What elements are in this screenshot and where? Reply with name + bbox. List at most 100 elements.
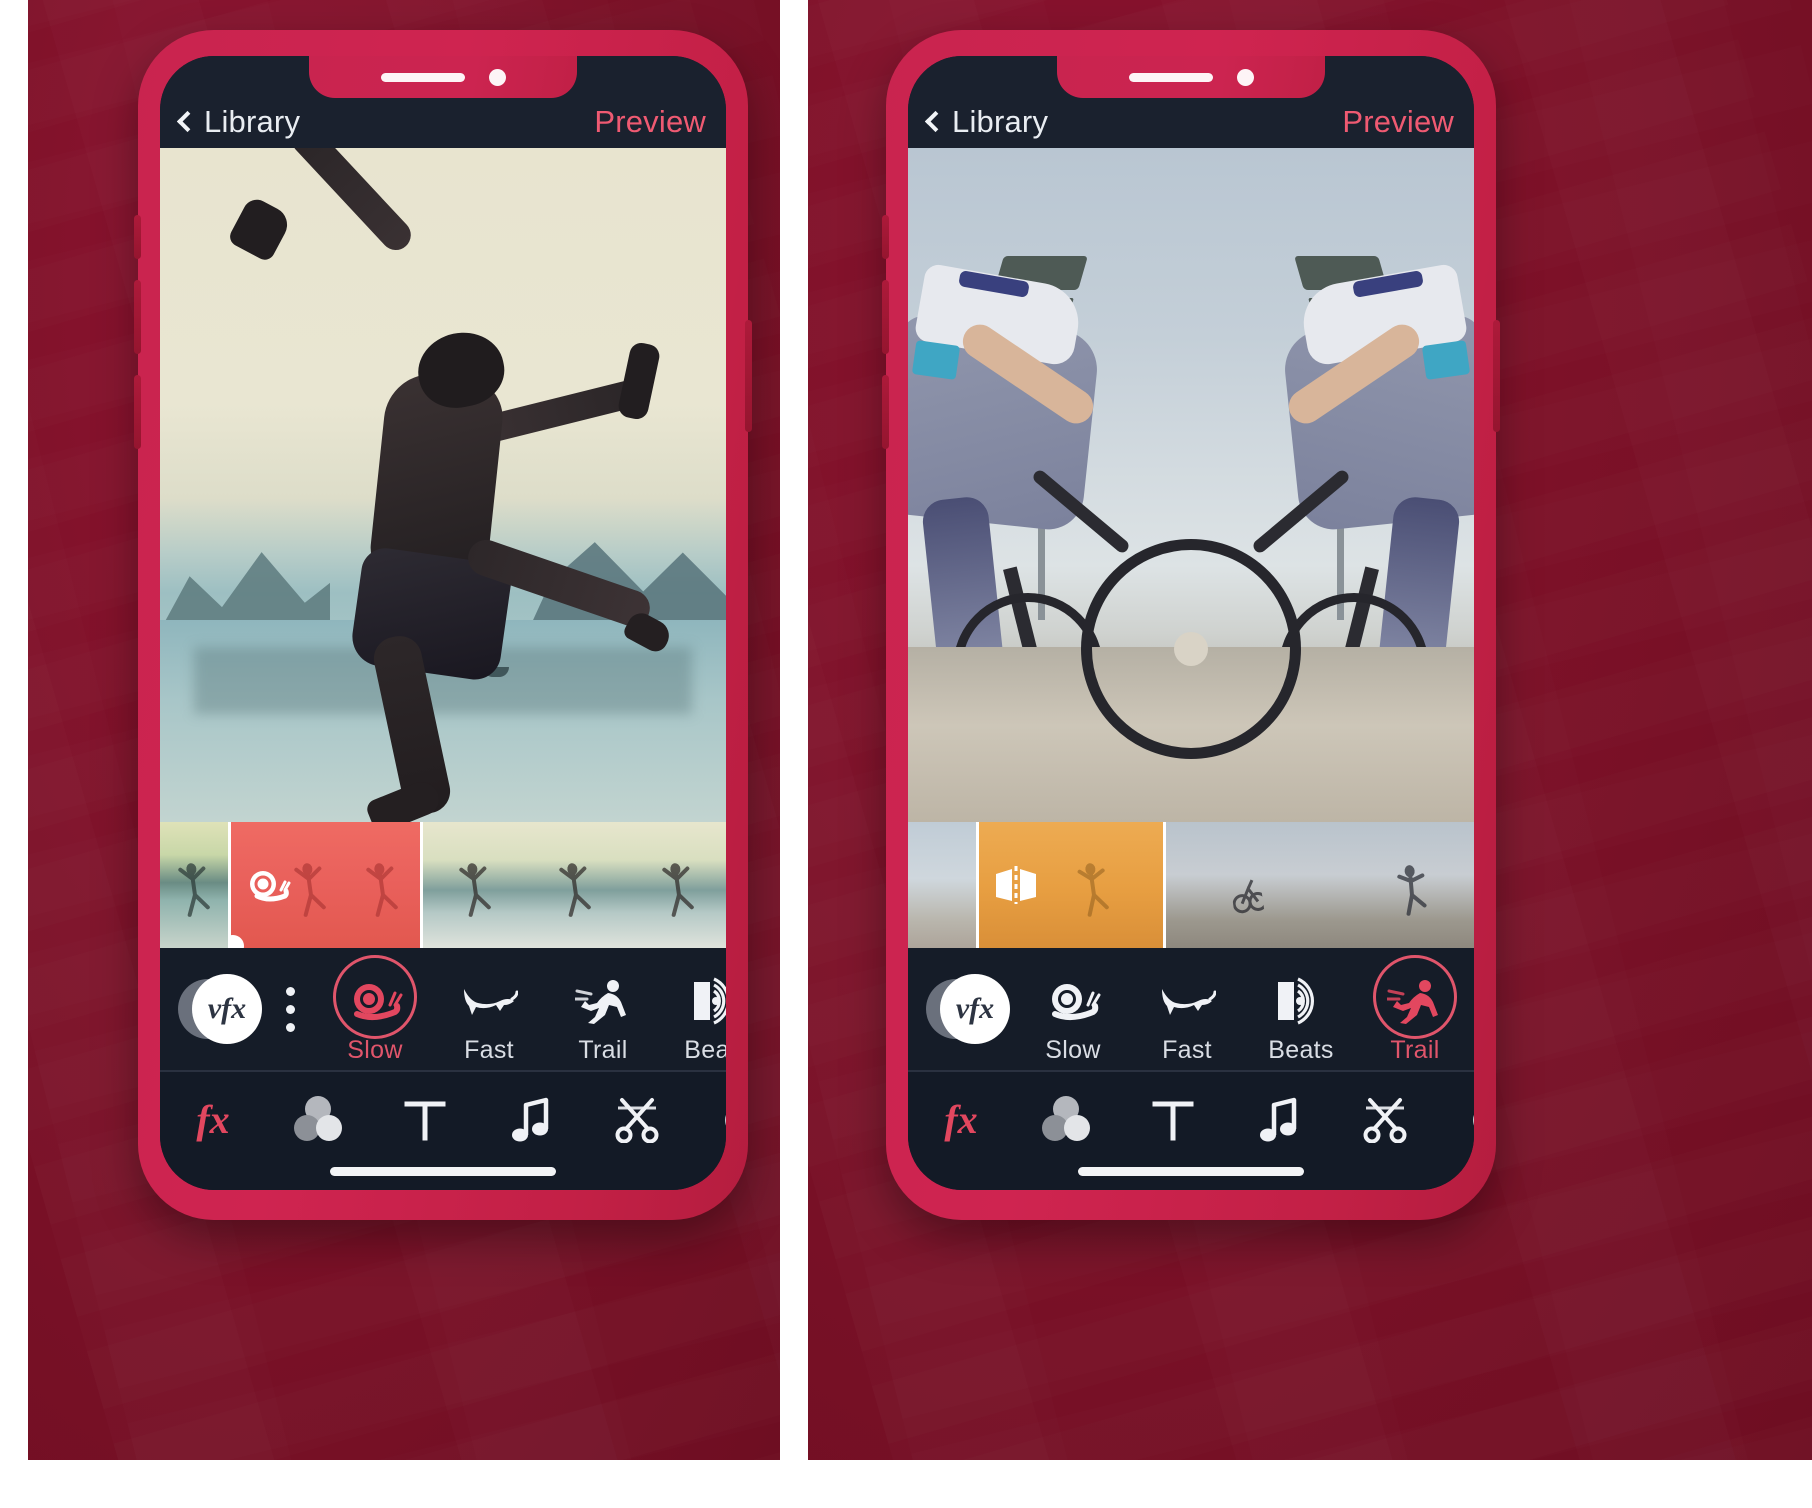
effect-beats[interactable]: Beats (660, 953, 726, 1065)
timeline-filmstrip-right[interactable] (908, 822, 1474, 948)
text-icon[interactable] (1120, 1086, 1226, 1152)
chevron-left-icon (924, 110, 947, 132)
video-preview-right[interactable] (908, 148, 1474, 822)
pocket-patch (911, 340, 960, 381)
timeline-clip[interactable] (908, 822, 976, 948)
front-camera-icon (1236, 68, 1254, 86)
fx-icon[interactable]: fx (160, 1086, 266, 1152)
vfx-button[interactable]: vfx (178, 966, 264, 1052)
music-icon[interactable] (478, 1086, 584, 1152)
mute-switch[interactable] (882, 215, 889, 259)
tools-toolbar-right[interactable]: fx (908, 1072, 1474, 1190)
effect-label: Slow (347, 1036, 403, 1064)
clip-thumbnail-figure (1077, 862, 1109, 917)
clip-thumbnail-figure (294, 862, 327, 917)
rotate-icon[interactable] (690, 1086, 726, 1152)
preview-button[interactable]: Preview (594, 104, 706, 140)
scissors-icon[interactable] (1332, 1086, 1438, 1152)
front-wheel (1081, 538, 1301, 759)
volume-down-button[interactable] (134, 375, 141, 449)
text-icon[interactable] (372, 1086, 478, 1152)
kebab-menu-icon[interactable] (268, 986, 312, 1032)
effect-trail[interactable]: Trail (1358, 953, 1472, 1065)
effect-slow[interactable]: Slow (318, 953, 432, 1065)
phone-right: Library Preview vfx Slow Fast Beats Trai… (882, 30, 1500, 1220)
snail-icon (249, 871, 291, 902)
filters-icon[interactable] (266, 1086, 372, 1152)
effect-label: Beats (684, 1036, 726, 1064)
effect-beats[interactable]: Beats (1244, 953, 1358, 1065)
vfx-button[interactable]: vfx (926, 966, 1012, 1052)
promo-panel-right: Library Preview vfx Slow Fast Beats Trai… (808, 0, 1812, 1460)
notch (1057, 56, 1325, 98)
clip-thumbnail-figure (459, 862, 491, 917)
jumping-man-silhouette (226, 148, 675, 822)
clip-thumbnail-figure (178, 862, 210, 917)
notch (309, 56, 577, 98)
front-camera-icon (488, 68, 506, 86)
volume-up-button[interactable] (882, 280, 889, 354)
effect-fast[interactable]: Fast (1130, 953, 1244, 1065)
timeline-clip[interactable] (420, 822, 726, 948)
left-hand (226, 194, 294, 264)
power-button[interactable] (745, 320, 752, 432)
effects-toolbar-right[interactable]: vfx Slow Fast Beats Trail (908, 948, 1474, 1072)
kebab-dot (285, 986, 295, 996)
back-to-library-button[interactable]: Library (176, 104, 300, 140)
preview-button[interactable]: Preview (1342, 104, 1454, 140)
clip-trim-handle[interactable] (230, 935, 244, 948)
effect-label: Fast (464, 1036, 514, 1064)
power-button[interactable] (1493, 320, 1500, 432)
selection-ring (1373, 955, 1457, 1039)
back-label: Library (952, 104, 1049, 139)
kebab-dot (285, 1022, 295, 1032)
filters-icon[interactable] (1014, 1086, 1120, 1152)
effect-label: Fast (1162, 1036, 1212, 1064)
scissors-icon[interactable] (584, 1086, 690, 1152)
mute-switch[interactable] (134, 215, 141, 259)
promo-panel-left: Library Preview vfx Slow Fast Trail Be f… (28, 0, 780, 1460)
clip-thumbnail-figure (1397, 864, 1427, 916)
effects-toolbar-left[interactable]: vfx Slow Fast Trail Be (160, 948, 726, 1072)
effect-mirror[interactable]: Mirror (1472, 953, 1474, 1065)
back-to-library-button[interactable]: Library (924, 104, 1049, 140)
clip-thumbnail-figure (1232, 878, 1265, 913)
cheetah-icon (1156, 973, 1218, 1028)
effect-slow[interactable]: Slow (1016, 953, 1130, 1065)
timeline-clip[interactable] (1162, 822, 1474, 948)
video-preview-left[interactable] (160, 148, 726, 822)
chevron-left-icon (176, 110, 199, 132)
clip-thumbnail-figure (366, 862, 399, 917)
tools-toolbar-left[interactable]: fx (160, 1072, 726, 1190)
mirror-icon (995, 866, 1036, 904)
cheetah-icon (458, 973, 520, 1028)
phone-left: Library Preview vfx Slow Fast Trail Be f… (134, 30, 752, 1220)
music-icon[interactable] (1226, 1086, 1332, 1152)
volume-down-button[interactable] (882, 375, 889, 449)
effect-label: Beats (1268, 1036, 1334, 1064)
vfx-badge-icon: vfx (192, 974, 262, 1044)
soundwave-icon (686, 973, 726, 1028)
effect-label: Trail (1390, 1036, 1440, 1064)
volume-up-button[interactable] (134, 280, 141, 354)
fx-icon[interactable]: fx (908, 1086, 1014, 1152)
timeline-filmstrip-left[interactable] (160, 822, 726, 948)
earpiece-speaker-icon (1128, 72, 1213, 82)
phone-screen-right: Library Preview vfx Slow Fast Beats Trai… (908, 56, 1474, 1190)
effect-fast[interactable]: Fast (432, 953, 546, 1065)
timeline-clip-selected[interactable] (227, 822, 421, 948)
selection-ring (333, 955, 417, 1039)
snail-icon (1042, 973, 1104, 1028)
timeline-clip-selected[interactable] (975, 822, 1163, 948)
timeline-clip[interactable] (160, 822, 228, 948)
left-arm (285, 148, 417, 257)
color-circles (1042, 1096, 1092, 1142)
clip-thumbnail-figure (558, 862, 591, 917)
bmx-scene-background (908, 148, 1474, 822)
effect-label: Slow (1045, 1036, 1101, 1064)
home-indicator[interactable] (1078, 1167, 1304, 1176)
screenshot-stage: Library Preview vfx Slow Fast Trail Be f… (0, 0, 1812, 1508)
effect-trail[interactable]: Trail (546, 953, 660, 1065)
home-indicator[interactable] (330, 1167, 556, 1176)
rotate-icon[interactable] (1438, 1086, 1474, 1152)
